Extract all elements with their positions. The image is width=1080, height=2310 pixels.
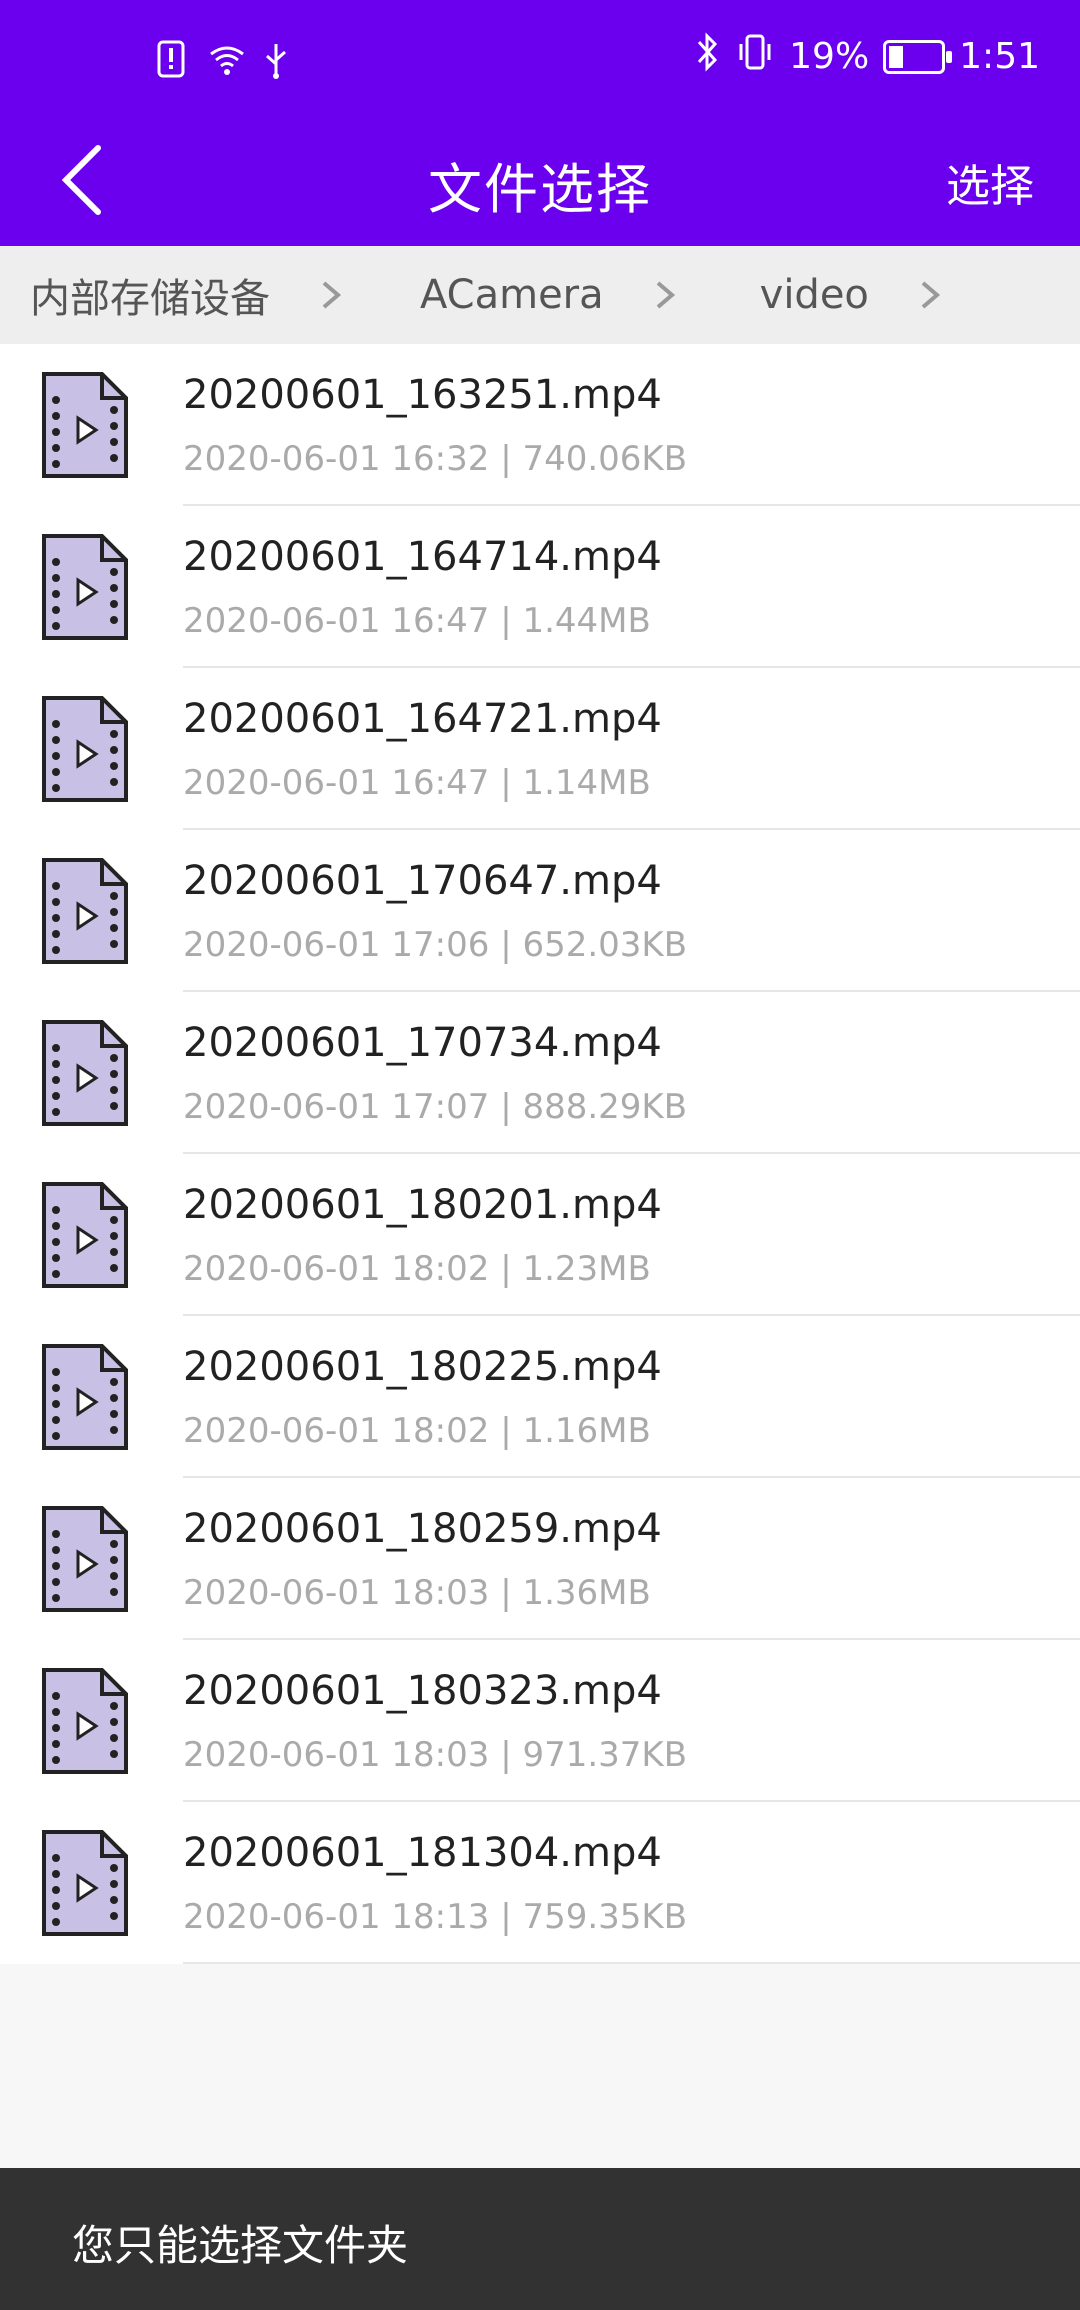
file-row[interactable]: 20200601_163251.mp4 2020-06-01 16:32 | 7… bbox=[0, 344, 1080, 506]
file-name: 20200601_164721.mp4 bbox=[183, 696, 662, 742]
file-meta: 2020-06-01 16:47 | 1.14MB bbox=[183, 763, 651, 803]
video-file-icon bbox=[42, 858, 128, 964]
file-meta: 2020-06-01 18:03 | 1.36MB bbox=[183, 1573, 651, 1613]
file-name: 20200601_170647.mp4 bbox=[183, 858, 662, 904]
file-row[interactable]: 20200601_164714.mp4 2020-06-01 16:47 | 1… bbox=[0, 506, 1080, 668]
breadcrumb-label: video bbox=[759, 272, 869, 318]
file-name: 20200601_180259.mp4 bbox=[183, 1506, 662, 1552]
battery-percent: 19% bbox=[789, 36, 870, 77]
file-row[interactable]: 20200601_180323.mp4 2020-06-01 18:03 | 9… bbox=[0, 1640, 1080, 1802]
video-file-icon bbox=[42, 1830, 128, 1936]
video-file-icon bbox=[42, 372, 128, 478]
file-name: 20200601_180323.mp4 bbox=[183, 1668, 662, 1714]
file-row[interactable]: 20200601_164721.mp4 2020-06-01 16:47 | 1… bbox=[0, 668, 1080, 830]
breadcrumb-label: 内部存储设备 bbox=[30, 276, 270, 322]
select-button[interactable]: 选择 bbox=[946, 150, 1034, 214]
chevron-right-icon bbox=[921, 281, 940, 309]
file-name: 20200601_180201.mp4 bbox=[183, 1182, 662, 1228]
file-row[interactable]: 20200601_170734.mp4 2020-06-01 17:07 | 8… bbox=[0, 992, 1080, 1154]
video-file-icon bbox=[42, 1668, 128, 1774]
video-file-icon bbox=[42, 1020, 128, 1126]
divider bbox=[183, 1962, 1080, 1964]
file-meta: 2020-06-01 18:02 | 1.23MB bbox=[183, 1249, 651, 1289]
breadcrumb-item-internal-storage[interactable]: 内部存储设备 bbox=[0, 266, 350, 324]
file-list: 20200601_163251.mp4 2020-06-01 16:32 | 7… bbox=[0, 344, 1080, 1964]
video-file-icon bbox=[42, 1182, 128, 1288]
breadcrumb-item-video[interactable]: video bbox=[730, 272, 949, 318]
file-row[interactable]: 20200601_170647.mp4 2020-06-01 17:06 | 6… bbox=[0, 830, 1080, 992]
status-left bbox=[155, 40, 293, 80]
battery-icon bbox=[883, 39, 953, 74]
page-title: 文件选择 bbox=[428, 158, 652, 221]
file-meta: 2020-06-01 17:06 | 652.03KB bbox=[183, 925, 688, 965]
file-meta: 2020-06-01 18:13 | 759.35KB bbox=[183, 1897, 688, 1937]
file-name: 20200601_164714.mp4 bbox=[183, 534, 662, 580]
chevron-right-icon bbox=[656, 281, 675, 309]
toast: 您只能选择文件夹 bbox=[0, 2168, 1080, 2310]
bluetooth-icon bbox=[695, 32, 721, 81]
status-right: 19% 1:51 bbox=[695, 32, 1040, 81]
breadcrumb-label: ACamera bbox=[420, 272, 604, 318]
alert-sim-icon bbox=[155, 40, 189, 80]
header-bar: 19% 1:51 文件选择 选择 bbox=[0, 0, 1080, 246]
chevron-right-icon bbox=[322, 281, 342, 309]
file-name: 20200601_180225.mp4 bbox=[183, 1344, 662, 1390]
file-row[interactable]: 20200601_180225.mp4 2020-06-01 18:02 | 1… bbox=[0, 1316, 1080, 1478]
video-file-icon bbox=[42, 1344, 128, 1450]
file-row[interactable]: 20200601_180259.mp4 2020-06-01 18:03 | 1… bbox=[0, 1478, 1080, 1640]
file-meta: 2020-06-01 18:03 | 971.37KB bbox=[183, 1735, 688, 1775]
file-name: 20200601_181304.mp4 bbox=[183, 1830, 662, 1876]
status-bar: 19% 1:51 bbox=[0, 0, 1080, 120]
video-file-icon bbox=[42, 696, 128, 802]
file-meta: 2020-06-01 17:07 | 888.29KB bbox=[183, 1087, 688, 1127]
file-name: 20200601_163251.mp4 bbox=[183, 372, 662, 418]
file-row[interactable]: 20200601_181304.mp4 2020-06-01 18:13 | 7… bbox=[0, 1802, 1080, 1964]
file-meta: 2020-06-01 16:47 | 1.44MB bbox=[183, 601, 651, 641]
breadcrumb: 内部存储设备 ACamera video bbox=[0, 246, 1080, 344]
file-meta: 2020-06-01 16:32 | 740.06KB bbox=[183, 439, 688, 479]
usb-icon bbox=[259, 40, 293, 80]
wifi-icon bbox=[207, 40, 244, 80]
file-row[interactable]: 20200601_180201.mp4 2020-06-01 18:02 | 1… bbox=[0, 1154, 1080, 1316]
file-meta: 2020-06-01 18:02 | 1.16MB bbox=[183, 1411, 651, 1451]
breadcrumb-item-acamera[interactable]: ACamera bbox=[390, 272, 684, 318]
app-toolbar: 文件选择 选择 bbox=[0, 120, 1080, 246]
file-name: 20200601_170734.mp4 bbox=[183, 1020, 662, 1066]
clock: 1:51 bbox=[959, 36, 1040, 77]
video-file-icon bbox=[42, 1506, 128, 1612]
vibrate-icon bbox=[735, 32, 775, 81]
toast-message: 您只能选择文件夹 bbox=[72, 2221, 409, 2270]
video-file-icon bbox=[42, 534, 128, 640]
